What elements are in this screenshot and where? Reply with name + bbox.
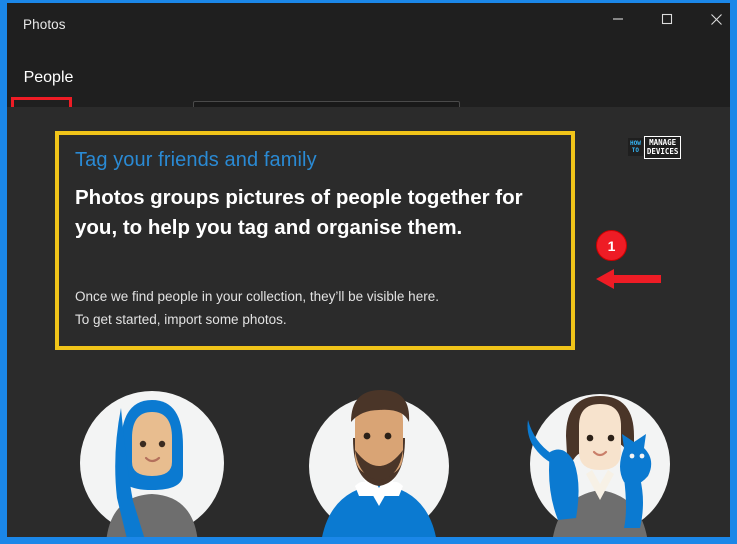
card-heading: Tag your friends and family bbox=[75, 149, 317, 171]
tab-people[interactable]: People bbox=[20, 61, 77, 95]
annotation-arrow-left-icon bbox=[596, 269, 661, 289]
people-content-area: HOW TO MANAGE DEVICES Tag your friends a… bbox=[7, 107, 730, 537]
watermark-manage-devices: MANAGE DEVICES bbox=[643, 135, 682, 159]
command-bar: People bbox=[7, 47, 730, 144]
page-title: Photos bbox=[23, 17, 66, 32]
card-subheading: Photos groups pictures of people togethe… bbox=[75, 186, 523, 239]
close-button[interactable] bbox=[693, 3, 730, 35]
title-bar: Photos bbox=[7, 3, 730, 47]
watermark-line-devices: DEVICES bbox=[646, 147, 679, 156]
annotation-badge-1: 1 bbox=[596, 230, 627, 261]
card-body-line-1: Once we find people in your collection, … bbox=[75, 289, 439, 304]
people-empty-state-card: Tag your friends and family Photos group… bbox=[55, 131, 575, 350]
minimize-button[interactable] bbox=[595, 3, 641, 35]
minimize-icon bbox=[613, 18, 623, 20]
maximize-icon bbox=[661, 13, 673, 25]
tab-people-label: People bbox=[23, 69, 74, 86]
screenshot-root: Photos People HOW TO MANAGE DEVICES Tag … bbox=[0, 0, 737, 544]
bearded-man-in-blue-shirt-illustration bbox=[309, 390, 449, 537]
photos-app-window: Photos People HOW TO MANAGE DEVICES Tag … bbox=[7, 3, 730, 537]
watermark-logo: HOW TO MANAGE DEVICES bbox=[628, 134, 700, 160]
card-body-line-2: To get started, import some photos. bbox=[75, 312, 287, 327]
watermark-line-how: HOW bbox=[630, 140, 641, 147]
watermark-how-to: HOW TO bbox=[628, 138, 643, 156]
maximize-button[interactable] bbox=[644, 3, 690, 35]
watermark-line-manage: MANAGE bbox=[649, 138, 677, 147]
people-illustrations-row bbox=[7, 363, 730, 537]
list-item[interactable] bbox=[303, 378, 456, 537]
woman-with-blue-cat-illustration bbox=[527, 394, 670, 537]
watermark-line-to: TO bbox=[631, 147, 640, 154]
list-item[interactable] bbox=[76, 378, 229, 537]
woman-with-blue-hijab-illustration bbox=[80, 391, 224, 537]
list-item[interactable] bbox=[524, 378, 677, 537]
close-icon bbox=[710, 13, 722, 25]
card-body: Once we find people in your collection, … bbox=[75, 285, 559, 331]
